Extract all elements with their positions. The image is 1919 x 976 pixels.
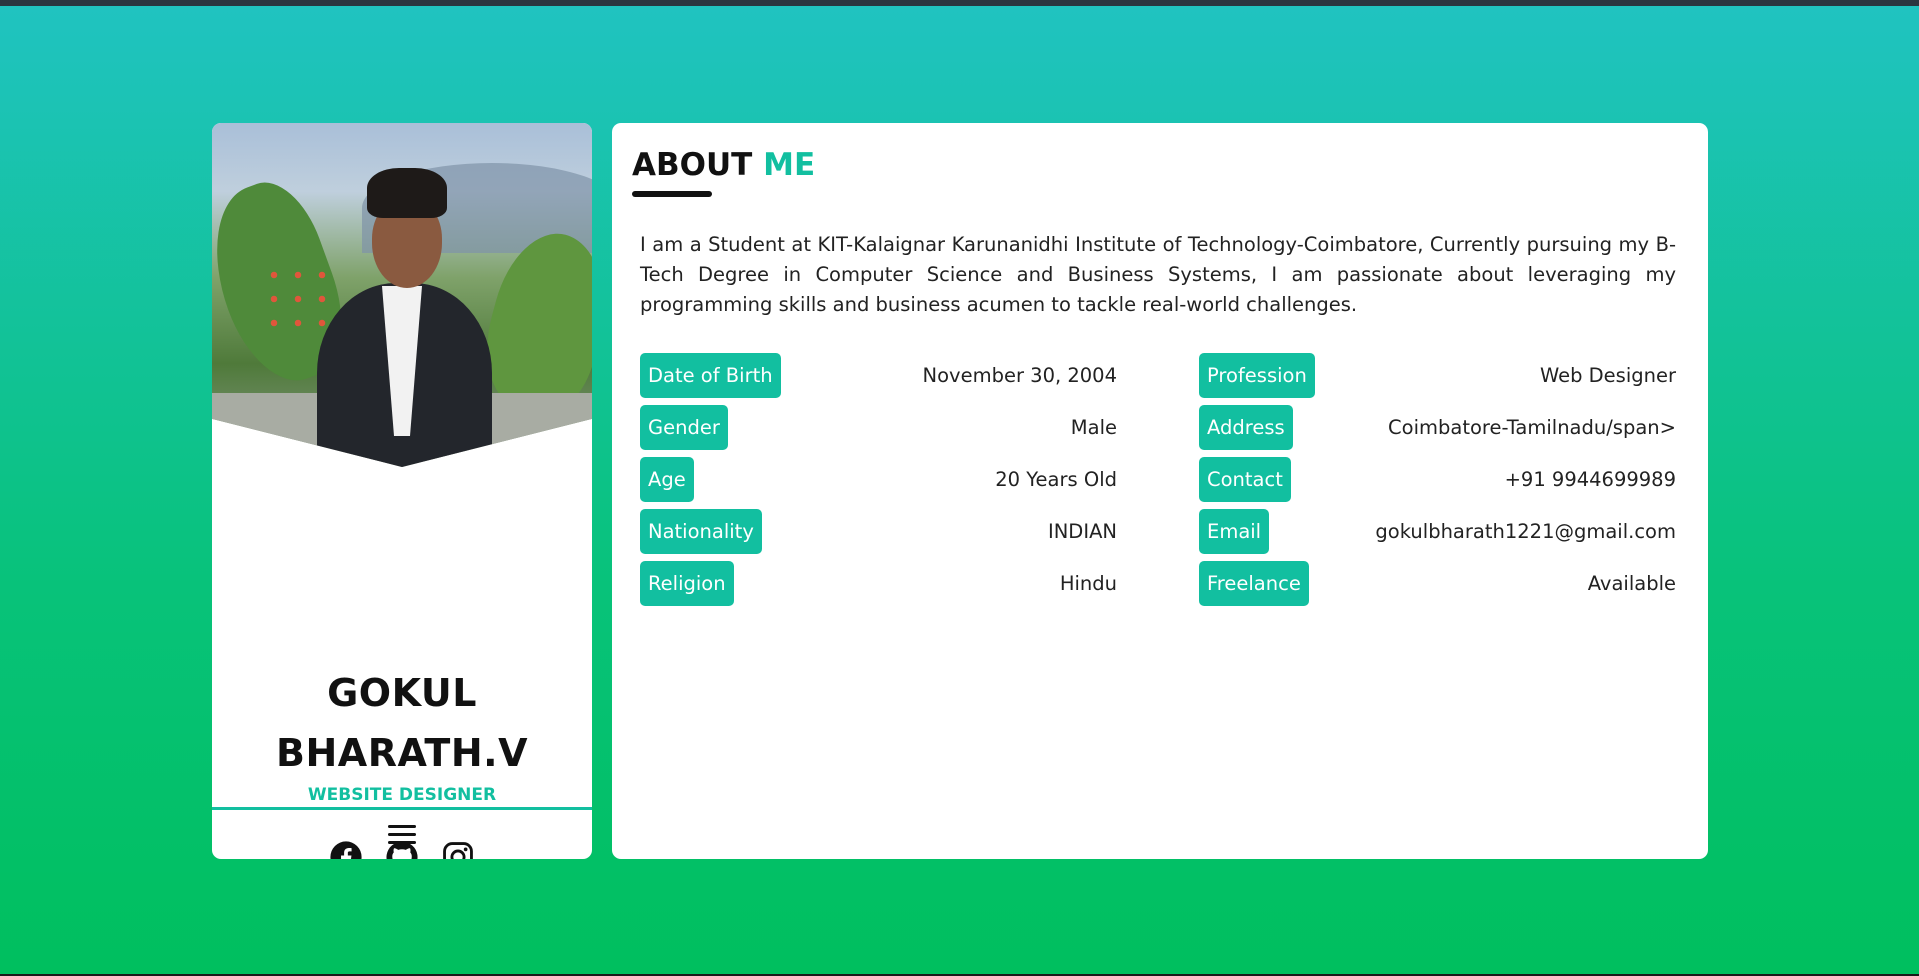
- info-value: Coimbatore-Tamilnadu/span>: [1388, 416, 1676, 439]
- info-row: Nationality INDIAN: [640, 509, 1117, 561]
- info-value: 20 Years Old: [995, 468, 1117, 491]
- info-label: Email: [1199, 509, 1270, 554]
- info-value: Web Designer: [1539, 364, 1676, 387]
- bio-paragraph: I am a Student at KIT-Kalaignar Karunani…: [640, 233, 1676, 316]
- info-value: Available: [1587, 572, 1676, 595]
- card-footer: [212, 810, 592, 859]
- email-value: gokulbharath1221@gmail.com: [1375, 520, 1676, 543]
- info-list-right: Profession Web Designer Address Coimbato…: [1199, 353, 1676, 613]
- about-card: ABOUT ME I am a Student at KIT-Kalaignar…: [612, 123, 1708, 859]
- info-label: Age: [640, 457, 694, 502]
- info-row: Contact +91 9944699989: [1199, 457, 1676, 509]
- info-row: Religion Hindu: [640, 561, 1117, 613]
- profile-card: GOKUL BHARATH.V WEBSITE DESIGNER: [212, 123, 592, 859]
- info-row: Age 20 Years Old: [640, 457, 1117, 509]
- info-label: Religion: [640, 561, 734, 606]
- info-value: Hindu: [1059, 572, 1117, 595]
- info-label: Freelance: [1199, 561, 1309, 606]
- hamburger-menu-icon[interactable]: [388, 823, 416, 847]
- profile-photo: [212, 123, 592, 467]
- info-label: Address: [1199, 405, 1293, 450]
- info-row: Email gokulbharath1221@gmail.com: [1199, 509, 1676, 561]
- info-value: November 30, 2004: [922, 364, 1117, 387]
- info-label: Nationality: [640, 509, 762, 554]
- info-list-left: Date of Birth November 30, 2004 Gender M…: [640, 353, 1117, 613]
- info-label: Date of Birth: [640, 353, 781, 398]
- info-label: Gender: [640, 405, 728, 450]
- info-row: Address Coimbatore-Tamilnadu/span>: [1199, 405, 1676, 457]
- contact-value: +91 9944699989: [1504, 468, 1676, 491]
- top-bar: [0, 0, 1919, 6]
- info-label: Profession: [1199, 353, 1315, 398]
- info-row: Profession Web Designer: [1199, 353, 1676, 405]
- info-label: Contact: [1199, 457, 1291, 502]
- info-row: Gender Male: [640, 405, 1117, 457]
- title-underline: [632, 191, 712, 197]
- profile-role: WEBSITE DESIGNER: [307, 785, 497, 805]
- about-title-accent: ME: [763, 147, 816, 183]
- info-value: INDIAN: [1047, 520, 1117, 543]
- about-title: ABOUT ME: [632, 147, 815, 183]
- about-title-main: ABOUT: [632, 147, 753, 183]
- info-row: Freelance Available: [1199, 561, 1676, 613]
- info-value: Male: [1070, 416, 1117, 439]
- profile-name: GOKUL BHARATH.V: [276, 671, 528, 775]
- info-row: Date of Birth November 30, 2004: [640, 353, 1117, 405]
